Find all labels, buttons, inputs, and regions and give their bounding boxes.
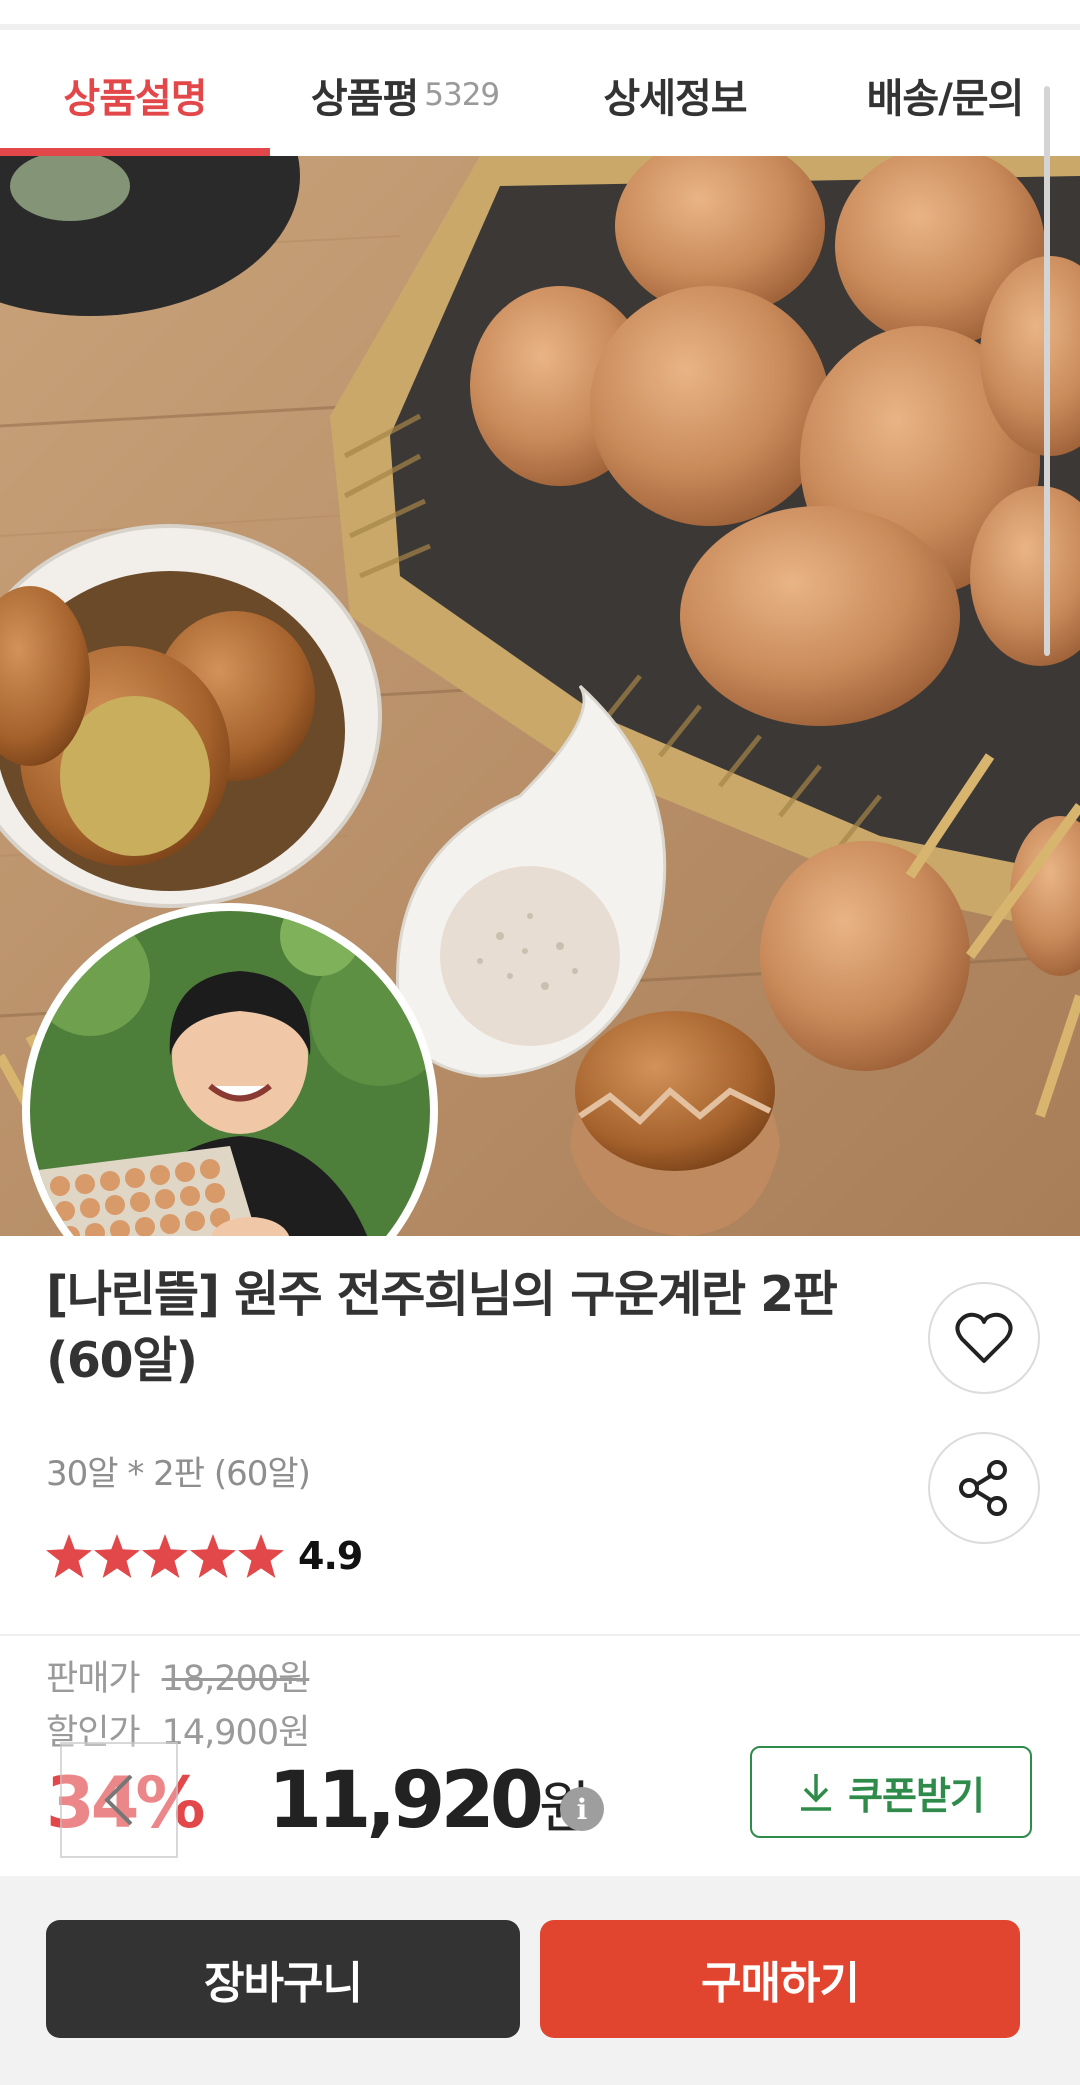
buy-now-button[interactable]: 구매하기 [540, 1920, 1020, 2038]
tab-reviews-label: 상품평 [310, 76, 419, 122]
info-icon-glyph: i [576, 1792, 588, 1826]
rating-value: 4.9 [298, 1534, 363, 1578]
wishlist-button[interactable] [928, 1282, 1040, 1394]
buy-button-label: 구매하기 [701, 1958, 860, 2009]
section-divider [0, 1634, 1080, 1636]
product-tab-bar: 상품설명 상품평 5329 상세정보 배송/문의 [0, 34, 1080, 156]
bottom-action-bar: 장바구니 구매하기 [0, 1876, 1080, 2085]
sale-price-value: 18,200원 [161, 1659, 311, 1699]
discount-price-value: 14,900원 [161, 1713, 311, 1753]
top-divider [0, 0, 1080, 30]
back-button[interactable] [60, 1742, 178, 1858]
info-icon[interactable]: i [560, 1787, 604, 1831]
star-icon [46, 1534, 92, 1578]
sale-price-row: 판매가 18,200원 [46, 1650, 311, 1701]
coupon-button-label: 쿠폰받기 [848, 1773, 985, 1818]
tab-description[interactable]: 상품설명 [0, 34, 270, 156]
tab-details[interactable]: 상세정보 [540, 34, 810, 156]
heart-icon [955, 1312, 1013, 1363]
product-image [0, 156, 1080, 1236]
add-to-cart-button[interactable]: 장바구니 [46, 1920, 520, 2038]
star-icon [142, 1534, 188, 1578]
final-price: 11,920원 [268, 1756, 591, 1846]
cart-button-label: 장바구니 [204, 1958, 363, 2009]
tab-description-label: 상품설명 [63, 76, 207, 122]
tab-details-label: 상세정보 [603, 76, 747, 122]
tab-reviews[interactable]: 상품평 5329 [270, 34, 540, 156]
final-price-amount: 11,920 [268, 1756, 544, 1846]
star-icon [94, 1534, 140, 1578]
share-icon [959, 1460, 1007, 1516]
coupon-button[interactable]: 쿠폰받기 [750, 1746, 1032, 1838]
scrollbar[interactable] [1044, 86, 1050, 656]
download-icon [801, 1774, 832, 1811]
sale-price-label: 판매가 [46, 1659, 141, 1699]
star-rating [46, 1534, 284, 1578]
share-button[interactable] [928, 1432, 1040, 1544]
product-title: [나린뜰] 원주 전주희님의 구운계란 2판(60알) [46, 1266, 838, 1389]
rating[interactable]: 4.9 [46, 1534, 363, 1578]
product-option: 30알 * 2판 (60알) [46, 1454, 311, 1494]
product-title-area: [나린뜰] 원주 전주희님의 구운계란 2판(60알) [46, 1262, 906, 1394]
tab-shipping-inquiry[interactable]: 배송/문의 [810, 34, 1080, 156]
review-count: 5329 [424, 77, 500, 113]
tab-shipping-label: 배송/문의 [866, 76, 1025, 122]
star-icon [190, 1534, 236, 1578]
product-photo-illustration [0, 156, 1080, 1236]
chevron-left-icon [104, 1774, 133, 1826]
star-icon [238, 1534, 284, 1578]
